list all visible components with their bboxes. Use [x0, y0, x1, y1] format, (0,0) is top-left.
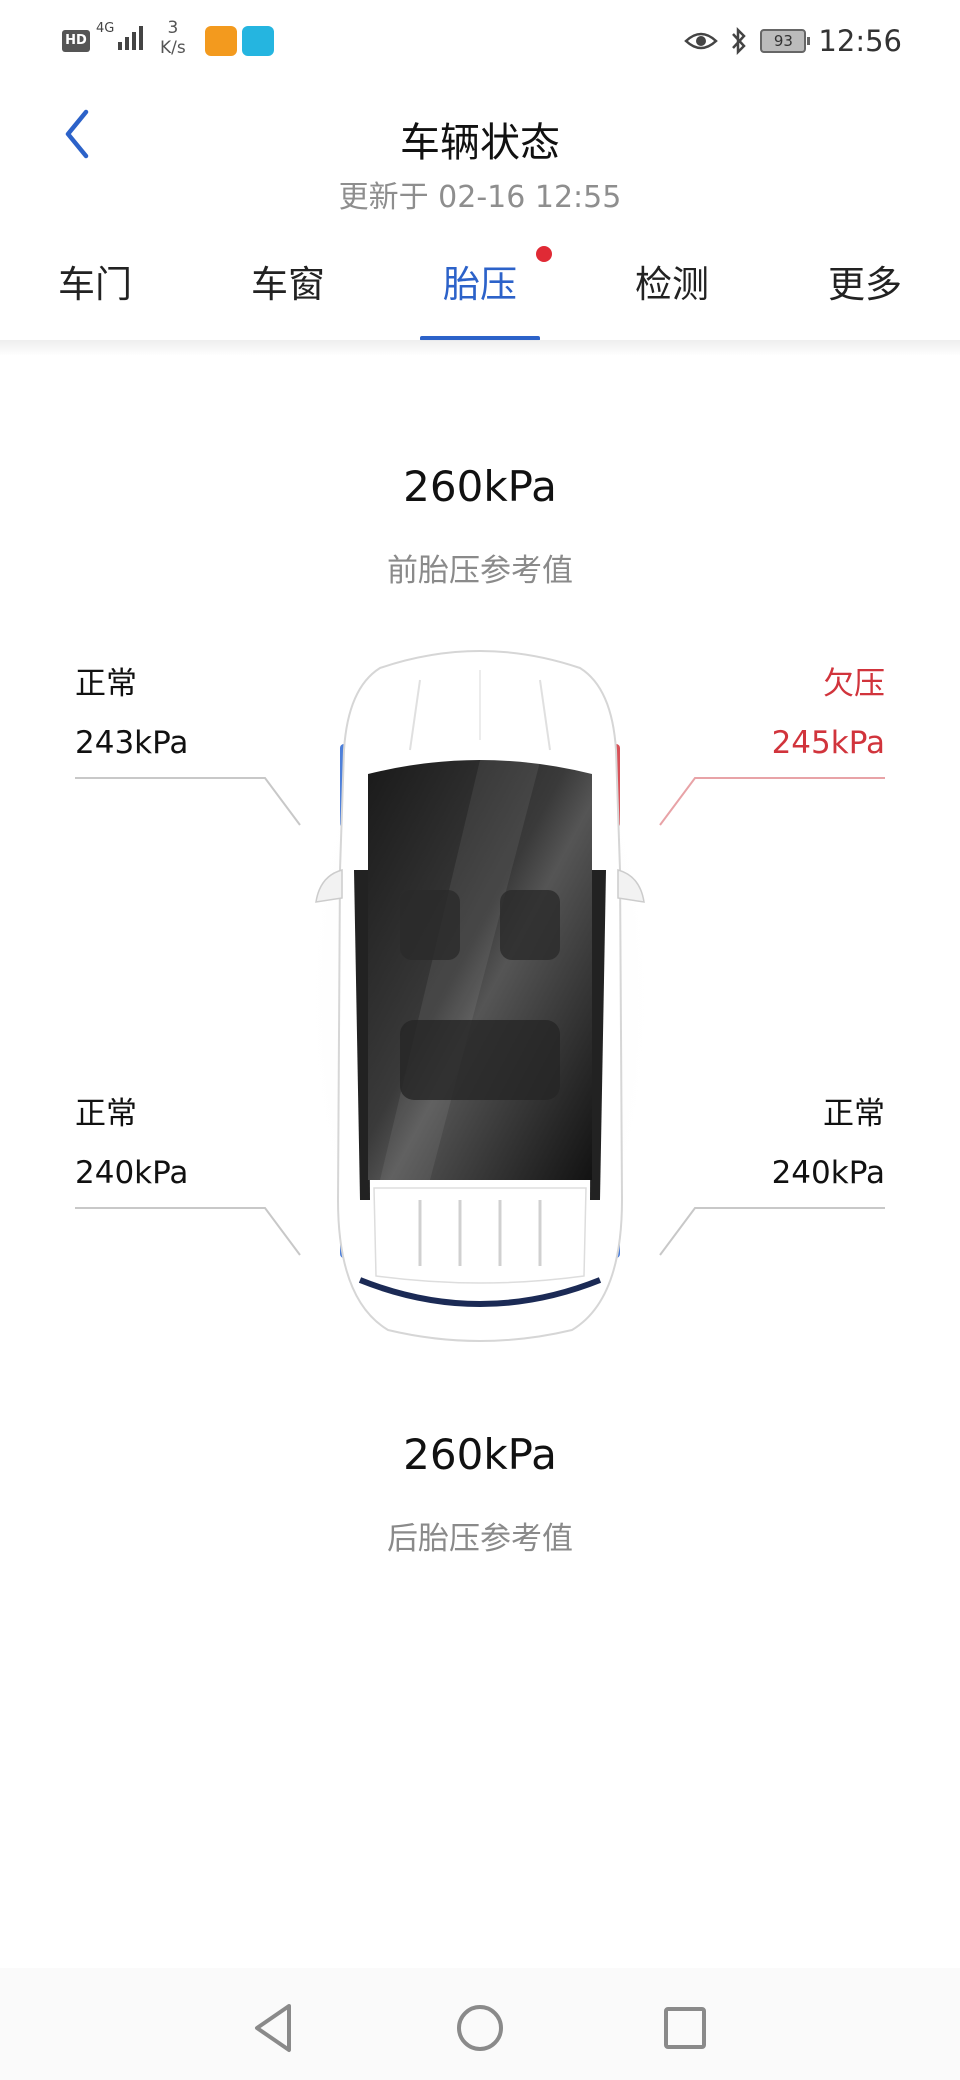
connector-rear-right — [659, 1207, 885, 1256]
vehicle-status-screen: HD 4G 3 K/s 93 12:56 车辆状态 更新于 02-16 12:5… — [0, 0, 960, 2080]
connector-rear-left — [75, 1207, 301, 1256]
rear-reference-label: 后胎压参考值 — [387, 1521, 573, 1557]
car-top-view — [310, 640, 650, 1360]
square-recents-icon — [664, 2007, 706, 2049]
nav-recents-button[interactable] — [655, 1998, 715, 2058]
nav-home-button[interactable] — [450, 1998, 510, 2058]
triangle-back-icon — [255, 2004, 291, 2052]
system-navigation-bar — [0, 1968, 960, 2080]
connector-front-left — [75, 777, 301, 826]
circle-home-icon — [457, 2005, 503, 2051]
connector-front-right — [659, 777, 885, 826]
rear-reference-value: 260kPa — [403, 1430, 557, 1479]
nav-back-button[interactable] — [245, 1998, 305, 2058]
